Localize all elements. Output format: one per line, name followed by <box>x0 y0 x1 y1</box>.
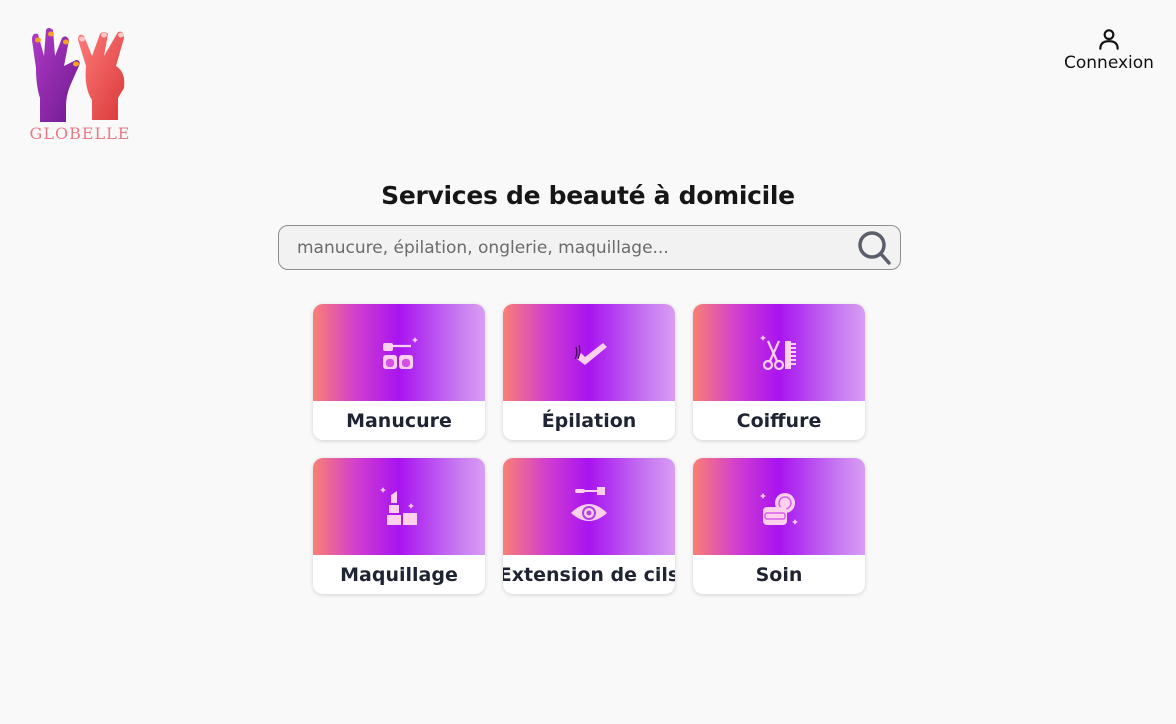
card-label: Extension de cils <box>503 563 675 586</box>
card-banner <box>503 458 675 555</box>
wax-strip-icon <box>574 342 607 365</box>
brand-logo[interactable]: GLOBELLE <box>26 26 134 148</box>
eyelash-icon <box>571 486 607 521</box>
search-button[interactable] <box>850 226 900 269</box>
login-label: Connexion <box>1064 53 1154 73</box>
card-banner <box>693 458 865 555</box>
service-card-manucure[interactable]: Manucure <box>313 304 485 440</box>
service-card-maquillage[interactable]: Maquillage <box>313 458 485 594</box>
hands-logo-icon <box>32 28 125 122</box>
card-label: Maquillage <box>340 563 458 586</box>
brand-wordmark: GLOBELLE <box>29 124 131 143</box>
card-banner <box>313 304 485 401</box>
search-input[interactable] <box>279 226 850 269</box>
card-label: Coiffure <box>736 409 822 432</box>
service-card-coiffure[interactable]: Coiffure <box>693 304 865 440</box>
card-banner <box>693 304 865 401</box>
user-icon <box>1099 29 1119 50</box>
card-label: Soin <box>755 563 803 586</box>
service-card-epilation[interactable]: Épilation <box>503 304 675 440</box>
search-bar <box>278 225 901 270</box>
lipstick-icon <box>380 486 417 525</box>
service-card-soin[interactable]: Soin <box>693 458 865 594</box>
card-banner <box>313 458 485 555</box>
skincare-cream-icon <box>760 492 798 525</box>
card-label: Épilation <box>541 409 637 432</box>
scissors-comb-icon <box>760 334 796 370</box>
login-button[interactable]: Connexion <box>1064 26 1154 73</box>
search-icon <box>858 230 891 265</box>
page-title: Services de beauté à domicile <box>381 181 795 210</box>
services-grid: Manucure Épilation Coiffure Maquillage E… <box>313 304 865 594</box>
card-banner <box>503 304 675 401</box>
card-label: Manucure <box>346 409 452 432</box>
nail-polish-icon <box>383 336 418 369</box>
page: GLOBELLE Connexion Services de beauté à … <box>0 0 1176 724</box>
service-card-extension-de-cils[interactable]: Extension de cils <box>503 458 675 594</box>
